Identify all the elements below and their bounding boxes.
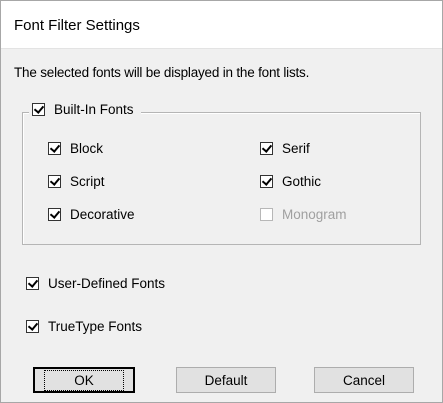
script-label: Script [70, 174, 105, 189]
checkmark-icon [26, 320, 39, 333]
checkmark-icon [32, 103, 45, 116]
built-in-fonts-label: Built-In Fonts [54, 102, 134, 117]
checkmark-icon [48, 208, 61, 221]
dialog-title: Font Filter Settings [14, 17, 140, 34]
cancel-button[interactable]: Cancel [314, 367, 414, 393]
serif-checkbox[interactable]: Serif [260, 141, 310, 156]
truetype-fonts-checkbox[interactable]: TrueType Fonts [26, 319, 142, 334]
checkmark-icon [48, 142, 61, 155]
built-in-fonts-checkbox[interactable]: Built-In Fonts [32, 102, 134, 117]
title-bar: Font Filter Settings [1, 1, 442, 49]
ok-button[interactable]: OK [33, 367, 135, 393]
gothic-label: Gothic [282, 174, 322, 189]
truetype-fonts-label: TrueType Fonts [48, 319, 143, 334]
empty-checkbox-icon [260, 208, 273, 221]
checkmark-icon [260, 175, 273, 188]
monogram-checkbox[interactable]: Monogram [260, 207, 347, 222]
serif-label: Serif [282, 141, 310, 156]
user-defined-fonts-checkbox[interactable]: User-Defined Fonts [26, 276, 165, 291]
user-defined-fonts-label: User-Defined Fonts [48, 276, 166, 291]
block-checkbox[interactable]: Block [48, 141, 103, 156]
built-in-fonts-legend: Built-In Fonts [29, 102, 141, 117]
block-label: Block [70, 141, 104, 156]
decorative-checkbox[interactable]: Decorative [48, 207, 135, 222]
default-button[interactable]: Default [176, 367, 276, 393]
checkmark-icon [48, 175, 61, 188]
monogram-label: Monogram [282, 207, 347, 222]
description-text: The selected fonts will be displayed in … [14, 65, 310, 80]
checkmark-icon [26, 277, 39, 290]
gothic-checkbox[interactable]: Gothic [260, 174, 321, 189]
decorative-label: Decorative [70, 207, 135, 222]
checkmark-icon [260, 142, 273, 155]
script-checkbox[interactable]: Script [48, 174, 105, 189]
default-button-label: Default [204, 372, 248, 388]
cancel-button-label: Cancel [342, 372, 386, 388]
ok-button-label: OK [44, 369, 124, 391]
font-filter-dialog: Font Filter Settings The selected fonts … [0, 0, 443, 403]
